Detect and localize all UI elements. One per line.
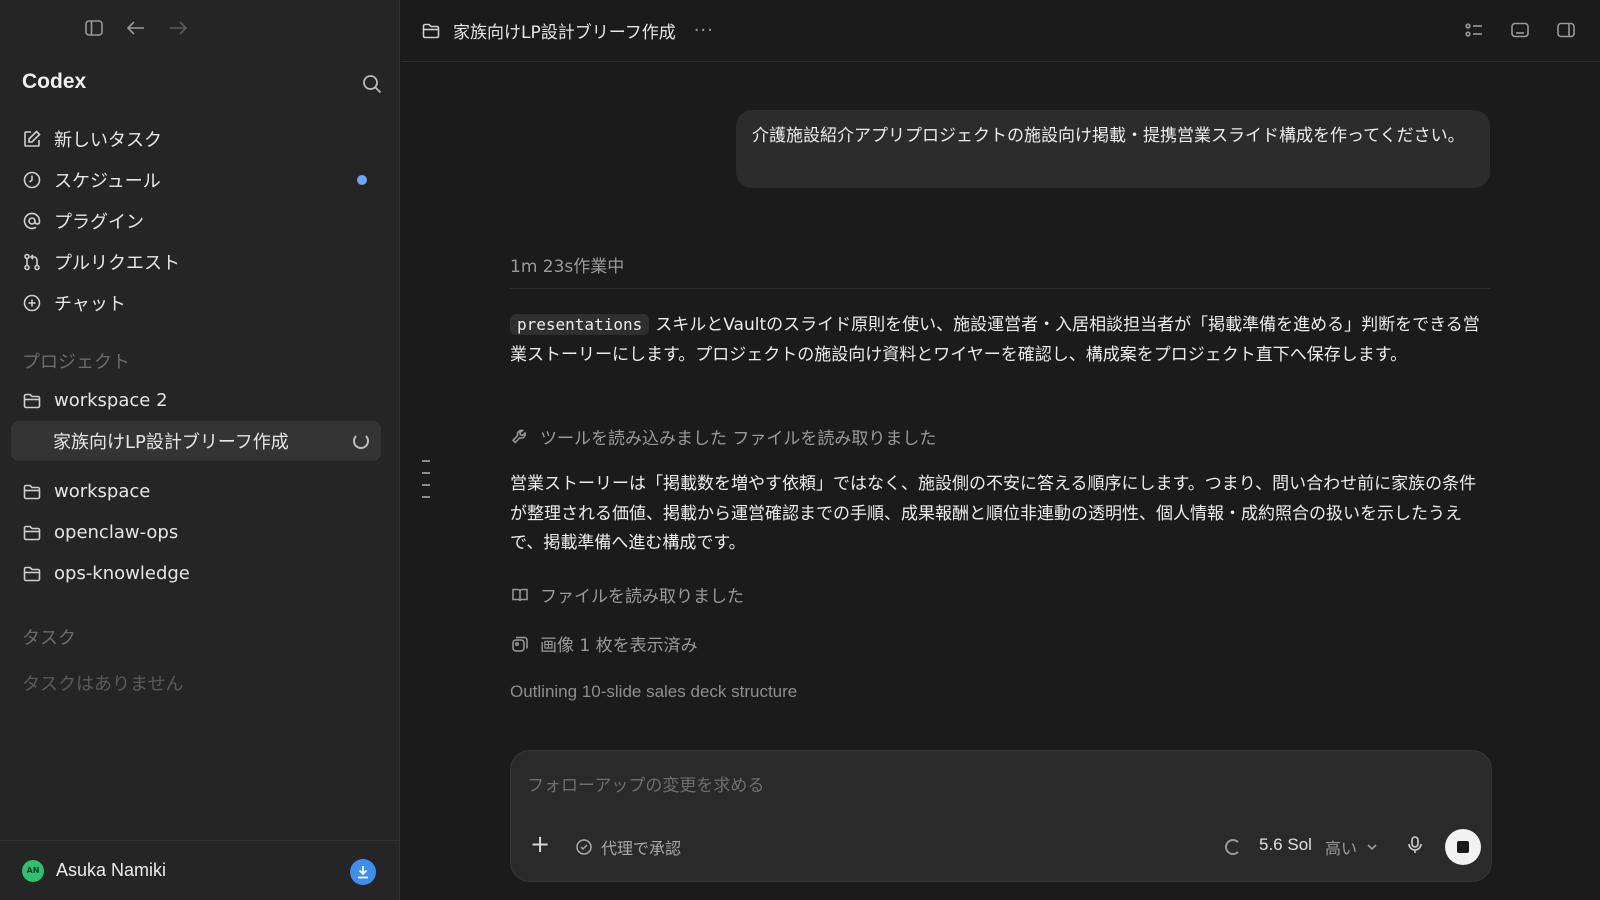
tasks-heading: タスク [22, 628, 76, 649]
microphone-icon[interactable] [1405, 835, 1425, 855]
file-read-activity[interactable]: ファイルを読み取りました [510, 582, 744, 607]
wrench-icon [510, 427, 530, 447]
progress-status: Outlining 10-slide sales deck structure [510, 682, 798, 701]
window-controls [84, 18, 188, 38]
more-options-icon[interactable]: ··· [694, 20, 714, 41]
user-message: 介護施設紹介アプリプロジェクトの施設向け掲載・提携営業スライド構成を作ってくださ… [736, 110, 1490, 188]
nav-schedule[interactable]: スケジュール [22, 159, 382, 200]
stop-button[interactable] [1445, 829, 1481, 865]
nav-plugins[interactable]: プラグイン [22, 200, 382, 241]
project-label: ops-knowledge [54, 563, 190, 584]
model-selector[interactable]: 5.6 Sol [1259, 835, 1312, 855]
project-workspace-2[interactable]: workspace 2 [22, 380, 392, 421]
notification-dot [357, 174, 367, 185]
search-icon[interactable] [362, 74, 382, 94]
header-actions [1464, 20, 1576, 40]
message-input[interactable]: フォローアップの変更を求める [527, 771, 764, 796]
account-footer: AN Asuka Namiki [0, 840, 400, 900]
thread-title: 家族向けLP設計ブリーフ作成 [453, 23, 676, 43]
add-attachment-icon[interactable]: + [529, 832, 551, 856]
book-icon [510, 585, 530, 605]
tool-activity-text: ツールを読み込みました ファイルを読み取りました [540, 429, 937, 449]
assistant-paragraph-2: 営業ストーリーは「掲載数を増やす依頼」ではなく、施設側の不安に答える順序にします… [510, 474, 1477, 553]
edit-icon [22, 129, 42, 149]
assistant-text: スキルとVaultのスライド原則を使い、施設運営者・入居相談担当者が「掲載準備を… [510, 315, 1480, 365]
project-active-task[interactable]: 家族向けLP設計ブリーフ作成 [11, 421, 381, 461]
nav-chat[interactable]: チャット [22, 282, 382, 323]
nav-label: スケジュール [54, 170, 161, 192]
at-icon [22, 211, 42, 231]
project-label: 家族向けLP設計ブリーフ作成 [53, 432, 289, 453]
inline-code: presentations [510, 314, 650, 335]
shield-check-icon [575, 838, 593, 856]
nav-label: 新しいタスク [54, 129, 162, 151]
stop-icon [1457, 841, 1469, 853]
project-list: workspace 2 家族向けLP設計ブリーフ作成 workspace ope… [11, 380, 392, 594]
auto-approve-toggle[interactable]: 代理で承認 [575, 835, 681, 859]
folder-icon [22, 564, 42, 584]
project-ops-knowledge[interactable]: ops-knowledge [22, 553, 392, 594]
sidebar-nav: 新しいタスク スケジュール プラグイン プルリクエスト チャット [22, 118, 382, 323]
folder-icon [22, 523, 42, 543]
spinner-icon [353, 433, 369, 449]
nav-new-task[interactable]: 新しいタスク [22, 118, 382, 159]
app-name: Codex [22, 70, 87, 93]
loading-spinner-icon [1225, 839, 1241, 855]
sidebar-toggle-icon[interactable] [84, 18, 104, 38]
image-view-text: 画像 1 枚を表示済み [540, 636, 698, 656]
no-tasks-text: タスクはありません [22, 674, 184, 695]
effort-label: 高い [1325, 839, 1358, 858]
user-name[interactable]: Asuka Namiki [56, 860, 166, 881]
nav-label: プラグイン [54, 211, 144, 233]
back-arrow-icon[interactable] [126, 18, 146, 38]
chat-plus-icon [22, 293, 42, 313]
project-label: workspace 2 [54, 390, 168, 411]
avatar[interactable]: AN [22, 859, 44, 882]
clock-icon [22, 170, 42, 190]
images-icon [510, 634, 530, 654]
assistant-paragraph: presentations スキルとVaultのスライド原則を使い、施設運営者・入… [510, 310, 1490, 370]
forward-arrow-icon[interactable] [168, 18, 188, 38]
folder-icon [22, 391, 42, 411]
nav-label: プルリクエスト [54, 252, 180, 274]
project-label: openclaw-ops [54, 522, 179, 543]
pull-request-icon [22, 252, 42, 272]
file-read-text: ファイルを読み取りました [540, 587, 744, 607]
scroll-indicator[interactable] [422, 460, 432, 508]
nav-label: チャット [54, 293, 126, 315]
side-panel-icon[interactable] [1556, 20, 1576, 40]
image-view-activity[interactable]: 画像 1 枚を表示済み [510, 631, 698, 656]
folder-icon [22, 482, 42, 502]
folder-icon [421, 21, 441, 41]
work-duration[interactable]: 1m 23s作業中 [510, 252, 624, 277]
thread-header: 家族向けLP設計ブリーフ作成 ··· [401, 0, 1600, 62]
project-openclaw-ops[interactable]: openclaw-ops [22, 512, 392, 553]
sidebar: Codex 新しいタスク スケジュール プラグイン プルリクエスト チャット プ… [0, 0, 400, 900]
download-icon[interactable] [350, 859, 376, 885]
auto-approve-label: 代理で承認 [601, 839, 682, 858]
terminal-panel-icon[interactable] [1510, 20, 1530, 40]
project-label: workspace [54, 481, 151, 502]
tool-activity[interactable]: ツールを読み込みました ファイルを読み取りました [510, 424, 936, 449]
divider [510, 288, 1490, 289]
project-workspace[interactable]: workspace [22, 471, 392, 512]
composer: フォローアップの変更を求める + 代理で承認 5.6 Sol 高い [510, 750, 1492, 882]
nav-pull-requests[interactable]: プルリクエスト [22, 241, 382, 282]
effort-selector[interactable]: 高い [1325, 835, 1379, 859]
checklist-icon[interactable] [1464, 20, 1484, 40]
projects-heading: プロジェクト [22, 352, 130, 373]
chevron-down-icon [1365, 840, 1379, 854]
